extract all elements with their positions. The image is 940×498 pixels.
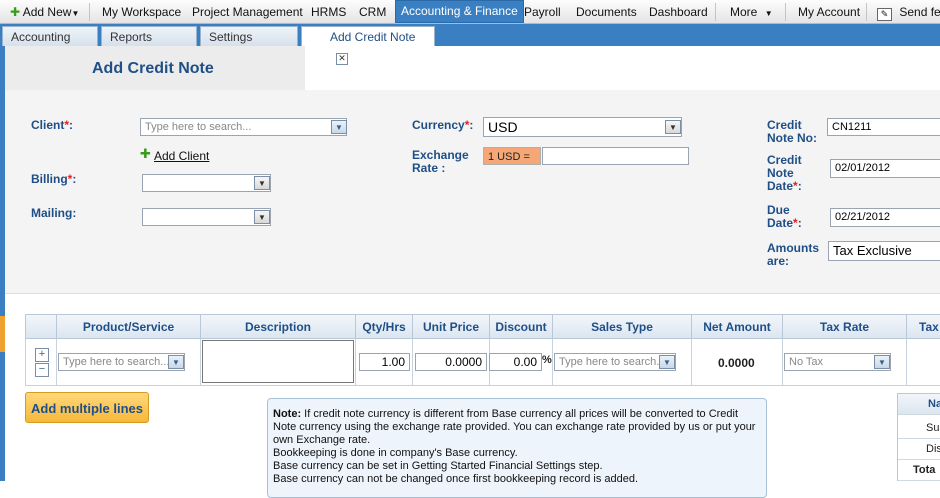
side-panel-toggle[interactable] xyxy=(0,316,5,352)
credit-note-date-label: Credit Note Date*: xyxy=(767,153,802,193)
add-client-link[interactable]: Add Client xyxy=(154,149,209,163)
top-nav: ✚ Add New▼ My Workspace Project Manageme… xyxy=(0,0,940,24)
qty-input[interactable]: 1.00 xyxy=(359,353,410,371)
nav-my-workspace[interactable]: My Workspace xyxy=(102,0,181,23)
client-label: Client*: xyxy=(31,118,74,132)
page-title: Add Credit Note xyxy=(92,60,214,77)
table-header-description: Description xyxy=(200,314,356,339)
close-icon[interactable]: ✕ xyxy=(336,53,348,65)
due-date-input[interactable]: 02/21/2012 xyxy=(830,208,940,227)
chevron-down-icon[interactable]: ▼ xyxy=(331,120,347,134)
nav-payroll[interactable]: Payroll xyxy=(524,0,561,23)
nav-accounting-finance[interactable]: Accounting & Finance xyxy=(395,0,524,23)
nav-hrms[interactable]: HRMS xyxy=(311,0,346,23)
chevron-down-icon[interactable]: ▼ xyxy=(659,355,675,369)
currency-select[interactable]: USD xyxy=(483,117,682,137)
table-header-discount: Discount xyxy=(489,314,553,339)
feedback-icon: ✎ xyxy=(877,8,892,21)
net-amount-value: 0.0000 xyxy=(718,356,755,370)
due-date-label: Due Date*: xyxy=(767,203,802,230)
table-header-qty: Qty/Hrs xyxy=(355,314,413,339)
currency-label: Currency*: xyxy=(412,118,474,132)
nav-project-management[interactable]: Project Management xyxy=(192,0,303,23)
mailing-select[interactable] xyxy=(142,208,271,226)
amounts-are-select[interactable]: Tax Exclusive xyxy=(828,241,940,261)
nav-documents[interactable]: Documents xyxy=(576,0,637,23)
add-multiple-lines-button[interactable]: Add multiple lines xyxy=(25,392,149,423)
table-header-net-amount: Net Amount xyxy=(691,314,783,339)
sales-type-search-input[interactable]: Type here to search... xyxy=(554,353,676,371)
sub-tabs: Accounting Reports Settings Add Credit N… xyxy=(0,24,940,65)
billing-select[interactable] xyxy=(142,174,271,192)
table-header-sales-type: Sales Type xyxy=(552,314,692,339)
nav-my-account[interactable]: My Account xyxy=(798,0,860,23)
discount-unit: % xyxy=(542,354,552,366)
summary-discount: Dis xyxy=(898,439,940,460)
nav-dashboard[interactable]: Dashboard xyxy=(649,0,708,23)
credit-note-no-label: Credit Note No: xyxy=(767,118,817,145)
chevron-down-icon[interactable]: ▼ xyxy=(168,355,184,369)
summary-total: Tota xyxy=(898,460,940,481)
table-header-tax: Tax xyxy=(906,314,940,339)
table-header-controls xyxy=(25,314,57,339)
table-cell-tax xyxy=(906,339,940,386)
chevron-down-icon[interactable]: ▼ xyxy=(254,176,270,190)
unit-price-input[interactable]: 0.0000 xyxy=(415,353,487,371)
amounts-are-label: Amounts are: xyxy=(767,241,819,268)
tab-accounting[interactable]: Accounting xyxy=(2,26,98,46)
nav-crm[interactable]: CRM xyxy=(359,0,386,23)
nav-more[interactable]: More ▼ xyxy=(730,0,773,23)
chevron-down-icon[interactable]: ▼ xyxy=(874,355,890,369)
plus-icon: ✚ xyxy=(10,5,21,19)
tab-settings[interactable]: Settings xyxy=(200,26,298,46)
totals-summary: Na Sul Dis Tota xyxy=(897,393,940,481)
chevron-down-icon[interactable]: ▼ xyxy=(254,210,270,224)
add-row-icon[interactable]: + xyxy=(35,348,49,362)
billing-label: Billing*: xyxy=(31,172,77,186)
exchange-rate-label: Exchange Rate : xyxy=(412,148,469,175)
exchange-rate-input[interactable] xyxy=(542,147,689,165)
client-search-input[interactable]: Type here to search... xyxy=(140,118,347,136)
mailing-label: Mailing: xyxy=(31,206,77,220)
table-header-unit-price: Unit Price xyxy=(412,314,490,339)
product-search-input[interactable]: Type here to search... xyxy=(58,353,185,371)
table-header-product: Product/Service xyxy=(56,314,201,339)
chevron-down-icon: ▼ xyxy=(71,9,80,18)
discount-input[interactable]: 0.00 xyxy=(489,353,542,371)
table-header-tax-rate: Tax Rate xyxy=(782,314,907,339)
tab-add-credit-note[interactable]: Add Credit Note✕ xyxy=(301,26,435,65)
summary-subtotal: Sul xyxy=(898,418,940,439)
nav-send-feedback[interactable]: ✎ Send fe xyxy=(877,0,940,23)
exchange-rate-prefix: 1 USD = xyxy=(483,147,541,165)
summary-header: Na xyxy=(898,394,940,415)
plus-icon: ✚ xyxy=(140,146,151,161)
currency-note: Note: If credit note currency is differe… xyxy=(267,398,767,498)
remove-row-icon[interactable]: − xyxy=(35,363,49,377)
chevron-down-icon[interactable]: ▼ xyxy=(665,120,681,134)
tab-reports[interactable]: Reports xyxy=(101,26,197,46)
credit-note-date-input[interactable]: 02/01/2012 xyxy=(830,159,940,178)
add-new-menu[interactable]: ✚ Add New▼ xyxy=(10,0,79,23)
description-textarea[interactable] xyxy=(202,340,354,383)
chevron-down-icon: ▼ xyxy=(764,9,773,18)
credit-note-no-input[interactable]: CN1211 xyxy=(827,118,940,136)
